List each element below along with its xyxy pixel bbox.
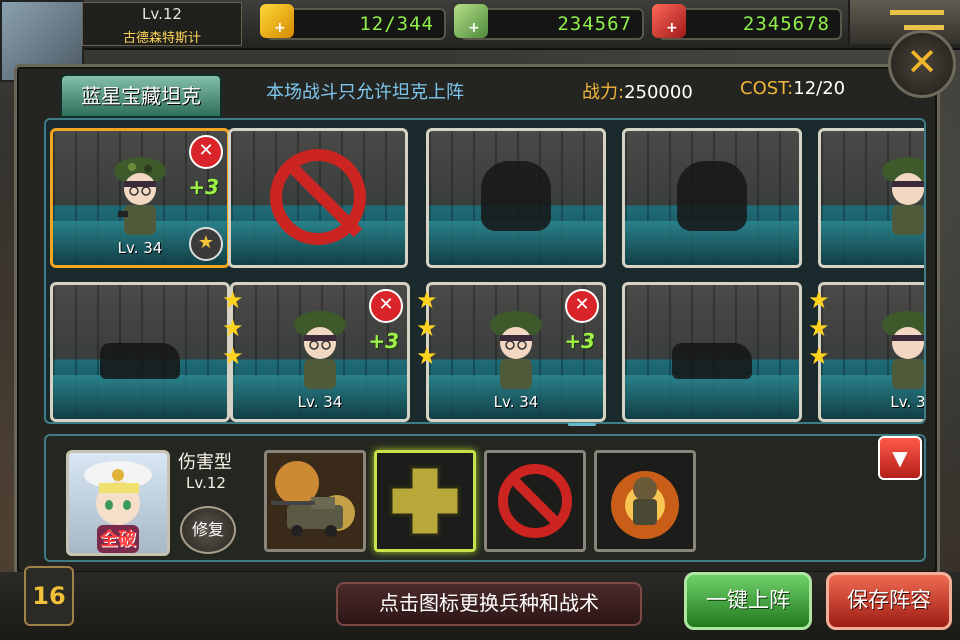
plus-cross-icon (377, 453, 473, 549)
grid-scroll-indicator (568, 423, 596, 426)
player-level: Lv.12 (142, 5, 182, 23)
upgrade-bonus: +3 (368, 329, 399, 353)
soldier-portrait (882, 311, 924, 389)
collapse-arrow-button[interactable]: ▼ (878, 436, 922, 480)
money-counter[interactable]: + 234567 (454, 4, 644, 40)
unit-level: Lv. 34 (297, 393, 343, 411)
close-button[interactable]: ✕ (888, 30, 956, 98)
ammo-counter[interactable]: + 2345678 (652, 4, 842, 40)
empty-soldier-silhouette-icon (481, 161, 551, 231)
unit-slot-7[interactable]: +3 Lv. 34 ✕ (230, 282, 410, 422)
star-icon: ★ (222, 314, 244, 342)
money-value: 234567 (557, 13, 632, 35)
unit-slot-grid: +3 Lv. 34 ✕ ★ +3 Lv. 34 ✕ ★ ★ ★ +3 Lv. 3… (44, 118, 926, 424)
star-icon: ★ (808, 314, 830, 342)
upgrade-bonus: +3 (188, 175, 219, 199)
lightning-icon: + (260, 4, 294, 38)
fire-tank-icon (267, 453, 363, 549)
unit-slot-3[interactable] (426, 128, 606, 268)
unit-slot-4[interactable] (622, 128, 802, 268)
tactic-slot-explosion[interactable] (594, 450, 696, 552)
tactic-slot-repair[interactable] (374, 450, 476, 552)
energy-value: 12/344 (359, 13, 434, 35)
upgrade-bonus: +3 (564, 329, 595, 353)
empty-tank-silhouette-icon (100, 343, 180, 379)
unit-slot-2[interactable] (228, 128, 408, 268)
star-icon: ★ (808, 342, 830, 370)
unit-slot-9[interactable] (622, 282, 802, 422)
soldier-portrait (294, 311, 346, 389)
cost-label: COST: (740, 78, 794, 99)
remove-unit-button[interactable]: ✕ (565, 289, 599, 323)
energy-counter[interactable]: + 12/344 (260, 4, 446, 40)
unit-level: Lv. 34 (493, 393, 539, 411)
unit-level: Lv. 3 (890, 393, 926, 411)
empty-soldier-silhouette-icon (677, 161, 747, 231)
soldier-portrait (114, 157, 166, 235)
star-icon: ★ (222, 286, 244, 314)
commander-status: 全破 (100, 529, 136, 550)
battle-restriction-notice: 本场战斗只允许坦克上阵 (266, 82, 464, 103)
unit-slot-10[interactable]: Lv. 3 (818, 282, 926, 422)
forbidden-icon (270, 149, 366, 245)
arrow-down-icon: ▼ (892, 446, 908, 470)
cost-value: 12/20 (793, 78, 846, 99)
ammo-value: 2345678 (742, 13, 830, 35)
empty-tank-silhouette-icon (672, 343, 752, 379)
player-info[interactable]: Lv.12 古德森特斯计 (82, 2, 242, 46)
ammo-icon: + (652, 4, 686, 38)
explosion-soldier-icon (597, 453, 693, 549)
close-icon: ✕ (906, 40, 938, 84)
tactic-slot-fire-tank[interactable] (264, 450, 366, 552)
hint-banner: 点击图标更换兵种和战术 (336, 582, 642, 626)
unit-slot-1[interactable]: +3 Lv. 34 ✕ ★ (50, 128, 230, 268)
cash-icon: + (454, 4, 488, 38)
player-name: 古德森特斯计 (122, 31, 201, 43)
unit-slot-6[interactable] (50, 282, 230, 422)
stage-title-tab: 蓝星宝藏坦克 (60, 74, 222, 118)
soldier-portrait (490, 311, 542, 389)
tactic-slot-forbidden[interactable] (484, 450, 586, 552)
remove-unit-button[interactable]: ✕ (369, 289, 403, 323)
commander-tactics-bar: 全破 伤害型 Lv.12 修复 (44, 434, 926, 562)
auto-deploy-button[interactable]: 一键上阵 (684, 572, 812, 630)
save-formation-button[interactable]: 保存阵容 (826, 572, 952, 630)
power-label: 战力: (582, 82, 625, 103)
rank-stars: ★ ★ ★ (416, 286, 438, 370)
power-value: 250000 (624, 82, 693, 103)
unit-slot-5[interactable] (818, 128, 924, 268)
unit-slot-8[interactable]: +3 Lv. 34 ✕ (426, 282, 606, 422)
remove-unit-button[interactable]: ✕ (189, 135, 223, 169)
star-icon: ★ (416, 342, 438, 370)
page-indicator[interactable]: 16 (24, 566, 74, 626)
rank-stars: ★ ★ ★ (222, 286, 244, 370)
commander-portrait[interactable]: 全破 (66, 450, 170, 556)
soldier-portrait (882, 157, 924, 235)
star-upgrade-icon[interactable]: ★ (189, 227, 223, 261)
rank-stars: ★ ★ ★ (808, 286, 830, 370)
star-icon: ★ (222, 342, 244, 370)
forbidden-icon (487, 453, 583, 549)
star-icon: ★ (416, 286, 438, 314)
cost-display: COST:12/20 (740, 78, 845, 99)
combat-power: 战力:250000 (582, 78, 693, 104)
star-icon: ★ (416, 314, 438, 342)
commander-level: Lv.12 (186, 474, 226, 492)
repair-button[interactable]: 修复 (180, 506, 236, 554)
commander-type: 伤害型 (178, 452, 232, 473)
star-icon: ★ (808, 286, 830, 314)
